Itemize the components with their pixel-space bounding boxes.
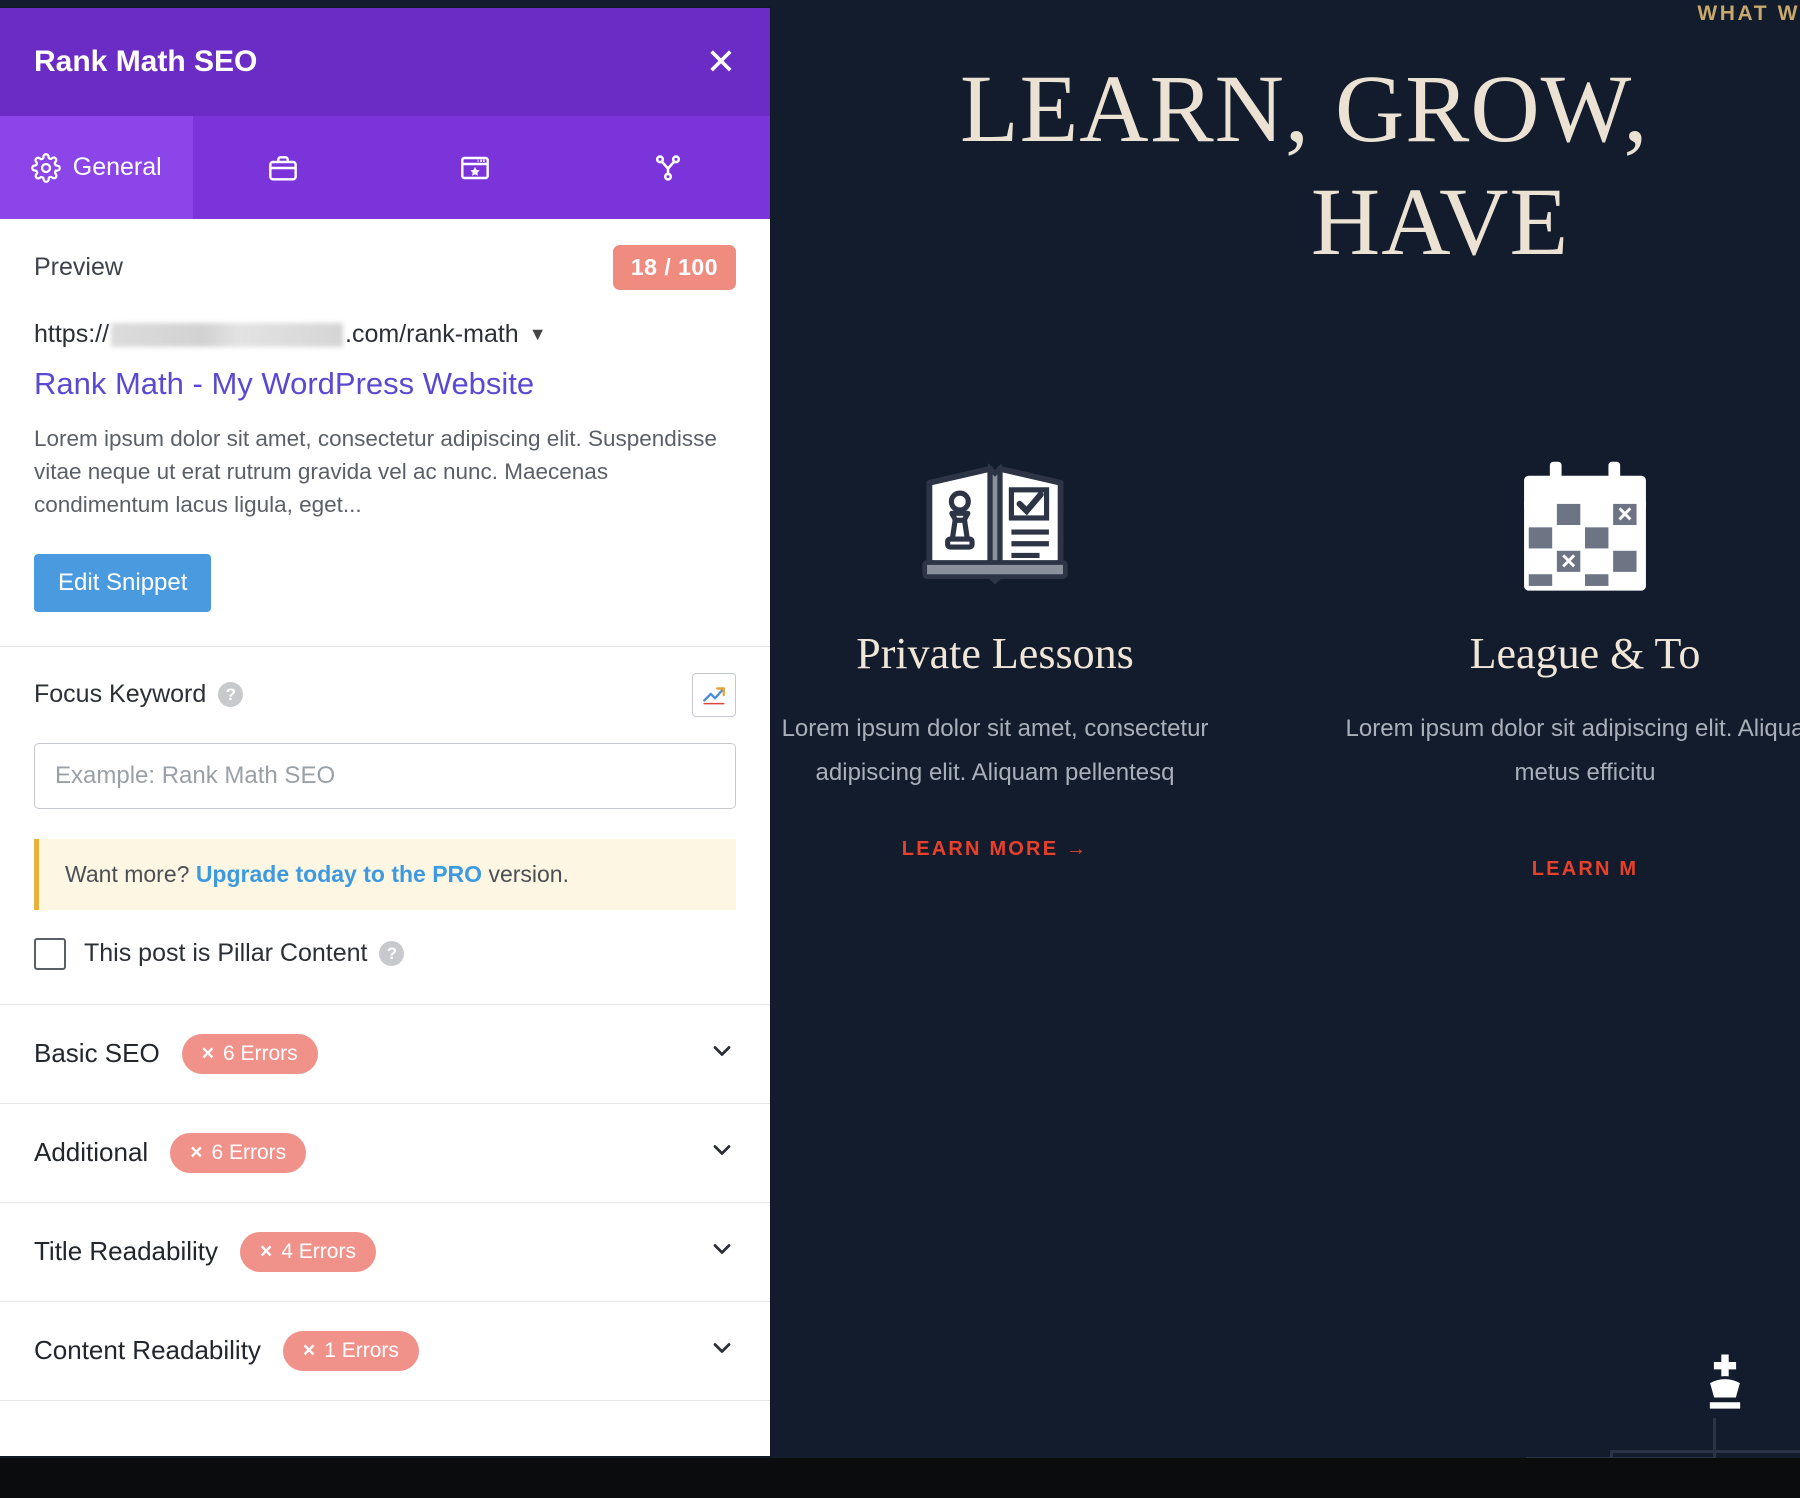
focus-keyword-input[interactable] — [34, 742, 736, 809]
url-redacted-domain — [111, 322, 344, 347]
seo-score-badge: 18 / 100 — [612, 245, 736, 290]
svg-text:×: × — [1561, 548, 1576, 576]
chevron-down-icon[interactable] — [708, 1136, 736, 1169]
share-nodes-icon — [652, 152, 684, 184]
panel-body: Preview 18 / 100 https:// .com/rank-math… — [0, 219, 770, 1456]
site-eyebrow: WHAT W — [1697, 2, 1800, 25]
status-badge-text: 4 Errors — [281, 1239, 356, 1263]
status-badge: × 1 Errors — [282, 1330, 419, 1371]
focus-keyword-label-wrap: Focus Keyword ? — [34, 680, 244, 709]
tab-social[interactable] — [578, 116, 771, 219]
tab-general[interactable]: General — [0, 116, 193, 219]
taskbar — [0, 1458, 1800, 1498]
status-badge: × 6 Errors — [170, 1132, 307, 1173]
accordion-title: Basic SEO — [34, 1038, 160, 1069]
upgrade-pro-link[interactable]: Upgrade today to the PRO — [196, 861, 482, 887]
gear-icon — [30, 152, 61, 183]
hero-line-1: LEARN, GROW, — [960, 55, 1649, 162]
status-badge: × 6 Errors — [181, 1033, 318, 1074]
focus-keyword-label: Focus Keyword — [34, 680, 207, 709]
screen: WHAT W LEARN, GROW, HAVE Private Lessons… — [0, 0, 1800, 1498]
calendar-icon: × × — [1330, 440, 1800, 610]
card-title: League & To — [1469, 629, 1701, 678]
help-circle-icon[interactable]: ? — [218, 682, 244, 708]
chevron-down-icon[interactable]: ▼ — [529, 324, 547, 345]
status-badge-text: 1 Errors — [324, 1338, 399, 1362]
rank-math-seo-panel: Rank Math SEO ✕ General Preview 18 / 100… — [0, 8, 770, 1456]
chevron-down-icon[interactable] — [708, 1334, 736, 1367]
tab-schema[interactable] — [385, 116, 578, 219]
svg-text:×: × — [1617, 501, 1632, 529]
chevron-down-icon[interactable] — [708, 1037, 736, 1070]
card-body: Lorem ipsum dolor sit adipiscing elit. A… — [1345, 715, 1800, 787]
accordion-additional[interactable]: Additional × 6 Errors — [0, 1104, 770, 1203]
status-badge-text: 6 Errors — [222, 1041, 298, 1065]
pro-upgrade-notice: Want more? Upgrade today to the PRO vers… — [34, 838, 736, 910]
snippet-title[interactable]: Rank Math - My WordPress Website — [34, 365, 736, 404]
feature-cards: Private Lessons Lorem ipsum dolor sit am… — [700, 440, 1800, 881]
card-body: Lorem ipsum dolor sit amet, consectetur … — [781, 715, 1209, 787]
preview-section: Preview 18 / 100 https:// .com/rank-math… — [0, 219, 770, 647]
url-suffix: .com/rank-math — [345, 320, 519, 348]
trending-up-icon[interactable] — [692, 672, 736, 717]
chess-king-icon[interactable] — [1688, 1349, 1762, 1428]
pillar-content-label: This post is Pillar Content — [84, 939, 368, 968]
accordion-basic-seo[interactable]: Basic SEO × 6 Errors — [0, 1005, 770, 1104]
close-icon[interactable]: ✕ — [706, 44, 736, 80]
learn-more-link[interactable]: LEARN M — [1532, 858, 1639, 881]
x-icon: × — [201, 1041, 214, 1065]
x-icon: × — [302, 1338, 316, 1362]
accordion-title: Additional — [34, 1137, 149, 1168]
accordion-title-readability[interactable]: Title Readability × 4 Errors — [0, 1203, 770, 1302]
accordion-title: Title Readability — [34, 1236, 219, 1267]
accordion-title: Content Readability — [34, 1335, 261, 1366]
pillar-content-row: This post is Pillar Content ? — [34, 937, 736, 970]
preview-label: Preview — [34, 253, 123, 281]
snippet-url[interactable]: https:// .com/rank-math ▼ — [34, 320, 736, 349]
page-title: Rank Math SEO — [34, 45, 258, 78]
panel-tabs: General — [0, 116, 770, 219]
browser-star-icon — [459, 152, 491, 184]
notice-prefix: Want more? — [65, 860, 196, 887]
edit-snippet-button[interactable]: Edit Snippet — [34, 553, 212, 612]
status-badge: × 4 Errors — [240, 1231, 376, 1272]
learn-more-link[interactable]: LEARN MORE → — [902, 838, 1088, 861]
x-icon: × — [260, 1239, 273, 1263]
hero-line-2: HAVE — [1310, 168, 1570, 276]
panel-header: Rank Math SEO ✕ — [0, 8, 770, 116]
pillar-content-label-wrap: This post is Pillar Content ? — [84, 939, 405, 968]
chevron-down-icon[interactable] — [708, 1235, 736, 1268]
feature-card: Private Lessons Lorem ipsum dolor sit am… — [700, 440, 1290, 881]
tab-advanced[interactable] — [193, 116, 386, 219]
open-book-chess-icon — [740, 440, 1250, 610]
accordion-content-readability[interactable]: Content Readability × 1 Errors — [0, 1302, 770, 1401]
status-badge-text: 6 Errors — [211, 1140, 287, 1164]
notice-suffix: version. — [482, 860, 569, 887]
snippet-description: Lorem ipsum dolor sit amet, consectetur … — [34, 425, 717, 518]
help-circle-icon[interactable]: ? — [379, 941, 405, 967]
focus-keyword-section: Focus Keyword ? Want more? Upgrade today… — [0, 647, 770, 1005]
x-icon: × — [190, 1140, 203, 1164]
tab-general-label: General — [72, 153, 162, 181]
site-hero-heading: LEARN, GROW, HAVE — [960, 52, 1800, 279]
briefcase-icon — [267, 152, 299, 184]
feature-card: × × League & To Lorem ipsum dolor sit ad… — [1290, 440, 1800, 881]
url-prefix: https:// — [34, 320, 110, 348]
pillar-content-checkbox[interactable] — [34, 937, 66, 970]
card-title: Private Lessons — [856, 629, 1134, 678]
